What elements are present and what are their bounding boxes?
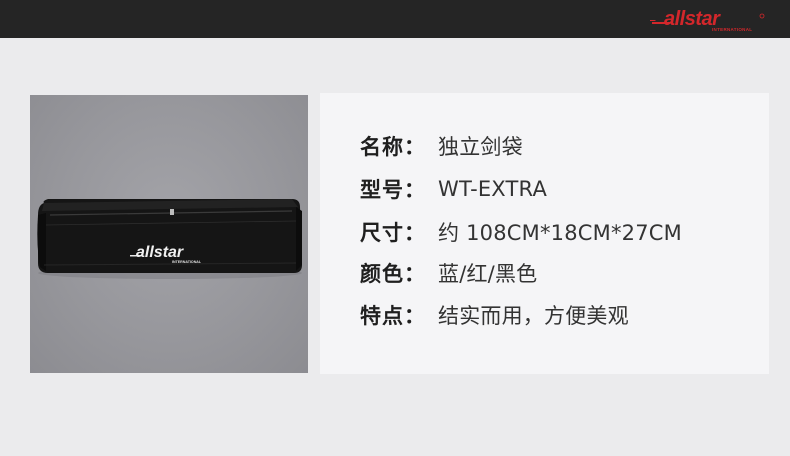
spec-value: 约 108CM*18CM*27CM xyxy=(438,221,682,245)
spec-label: 尺寸： xyxy=(360,221,426,245)
spec-card: 名称： 独立剑袋 型号： WT-EXTRA 尺寸： 约 108CM*18CM*2… xyxy=(320,93,769,374)
spec-row-model: 型号： WT-EXTRA xyxy=(360,173,547,205)
spec-value: 蓝/红/黑色 xyxy=(438,262,538,286)
spec-row-name: 名称： 独立剑袋 xyxy=(360,130,523,162)
product-photo: allstar INTERNATIONAL xyxy=(30,95,308,373)
fencing-bag-image: allstar INTERNATIONAL xyxy=(37,199,302,279)
allstar-logo[interactable]: allstar INTERNATIONAL xyxy=(650,7,770,33)
bag-logo: allstar xyxy=(136,244,184,261)
header-bar: allstar INTERNATIONAL xyxy=(0,0,790,38)
svg-text:INTERNATIONAL: INTERNATIONAL xyxy=(712,27,752,32)
bag-logo-subtext: INTERNATIONAL xyxy=(172,260,202,264)
spec-value: 独立剑袋 xyxy=(438,135,523,159)
spec-row-size: 尺寸： 约 108CM*18CM*27CM xyxy=(360,216,682,248)
spec-row-features: 特点： 结实而用，方便美观 xyxy=(360,299,629,331)
spec-row-color: 颜色： 蓝/红/黑色 xyxy=(360,257,537,289)
spec-label: 型号： xyxy=(360,178,426,202)
spec-value: 结实而用，方便美观 xyxy=(438,304,629,328)
spec-label: 特点： xyxy=(360,304,426,328)
spec-label: 名称： xyxy=(360,135,426,159)
spec-value: WT-EXTRA xyxy=(438,177,548,201)
spec-label: 颜色： xyxy=(360,262,426,286)
allstar-logo-icon: allstar INTERNATIONAL xyxy=(650,8,765,32)
